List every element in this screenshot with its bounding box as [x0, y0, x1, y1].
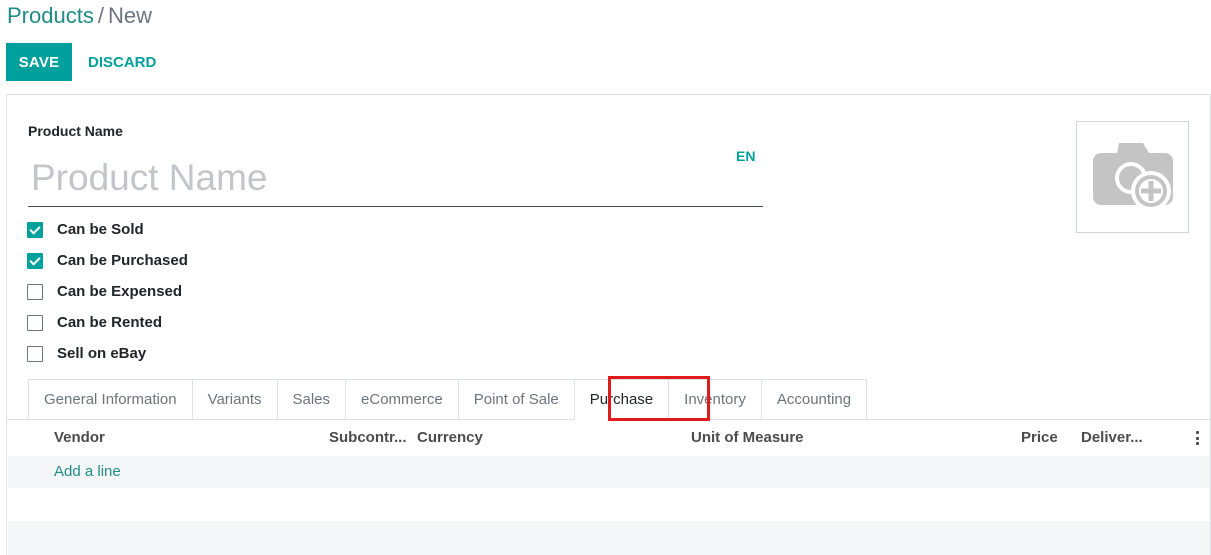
table-row [8, 488, 1210, 521]
checkbox-row-can-be-rented: Can be Rented [27, 307, 188, 338]
tab-inventory[interactable]: Inventory [669, 379, 762, 420]
form-sheet: Product Name EN Can be Sold Can be Purch… [6, 94, 1211, 555]
tab-variants[interactable]: Variants [192, 379, 278, 420]
table-row [8, 521, 1210, 555]
notebook-tabs: General Information Variants Sales eComm… [28, 379, 868, 420]
checkbox-row-can-be-purchased: Can be Purchased [27, 245, 188, 276]
can-be-expensed-checkbox[interactable] [27, 283, 43, 300]
tab-accounting[interactable]: Accounting [761, 379, 868, 420]
checkbox-row-can-be-expensed: Can be Expensed [27, 276, 188, 307]
can-be-rented-label: Can be Rented [57, 314, 163, 331]
product-name-input[interactable] [28, 149, 763, 207]
can-be-rented-checkbox[interactable] [27, 314, 43, 331]
column-delivery[interactable]: Deliver... [1081, 429, 1143, 446]
column-price[interactable]: Price [1021, 429, 1058, 446]
vendor-table-header: Vendor Subcontr... Currency Unit of Meas… [7, 420, 1211, 455]
sell-on-ebay-label: Sell on eBay [57, 345, 147, 362]
breadcrumb-current: New [107, 3, 152, 28]
sell-on-ebay-checkbox[interactable] [27, 345, 43, 362]
column-currency[interactable]: Currency [417, 429, 483, 446]
can-be-sold-label: Can be Sold [57, 221, 144, 238]
breadcrumb-separator: / [97, 3, 104, 28]
discard-button[interactable]: DISCARD [88, 43, 156, 81]
kebab-menu-icon[interactable] [1196, 431, 1200, 445]
breadcrumb: Products / New [7, 3, 152, 29]
breadcrumb-products-link[interactable]: Products [7, 3, 94, 28]
camera-plus-icon [1092, 143, 1173, 211]
can-be-expensed-label: Can be Expensed [57, 283, 183, 300]
tab-general-information[interactable]: General Information [28, 379, 193, 420]
product-image-upload[interactable] [1076, 121, 1189, 233]
tab-sales[interactable]: Sales [277, 379, 347, 420]
save-button[interactable]: SAVE [6, 43, 72, 81]
can-be-sold-checkbox[interactable] [27, 221, 43, 238]
table-row: Add a line [8, 456, 1210, 488]
add-a-line-link[interactable]: Add a line [54, 463, 121, 480]
column-unit-of-measure[interactable]: Unit of Measure [691, 429, 804, 446]
column-subcontractor[interactable]: Subcontr... [329, 429, 407, 446]
checkbox-row-sell-on-ebay: Sell on eBay [27, 338, 188, 369]
tab-ecommerce[interactable]: eCommerce [346, 379, 459, 420]
column-vendor[interactable]: Vendor [54, 429, 105, 446]
can-be-purchased-checkbox[interactable] [27, 252, 43, 269]
product-name-label: Product Name [28, 123, 123, 139]
checkbox-row-can-be-sold: Can be Sold [27, 214, 188, 245]
product-options: Can be Sold Can be Purchased Can be Expe… [27, 214, 188, 369]
language-button[interactable]: EN [736, 148, 755, 164]
can-be-purchased-label: Can be Purchased [57, 252, 188, 269]
tab-purchase[interactable]: Purchase [574, 379, 670, 420]
tab-point-of-sale[interactable]: Point of Sale [458, 379, 575, 420]
